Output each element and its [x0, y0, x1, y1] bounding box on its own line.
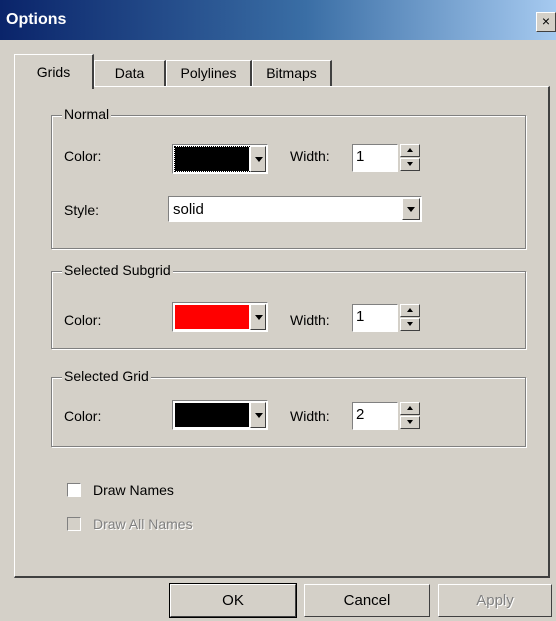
grid-width-spinner[interactable]: 2: [352, 402, 422, 430]
close-icon: ×: [541, 13, 551, 29]
normal-color-swatch: [175, 147, 249, 171]
normal-style-dropdown-button[interactable]: [402, 198, 420, 220]
normal-width-up-button[interactable]: [400, 144, 420, 157]
subgrid-color-dropdown-button[interactable]: [250, 304, 266, 330]
grid-width-down-button[interactable]: [400, 416, 420, 429]
ok-button[interactable]: OK: [169, 583, 297, 618]
arrow-up-icon: [407, 406, 413, 410]
normal-color-picker[interactable]: [172, 144, 268, 174]
chevron-down-icon: [407, 207, 415, 212]
normal-width-down-button[interactable]: [400, 158, 420, 171]
grid-width-input[interactable]: 2: [352, 402, 398, 430]
tab-polylines-label: Polylines: [180, 65, 237, 81]
normal-width-spinner[interactable]: 1: [352, 144, 422, 172]
arrow-down-icon: [407, 322, 413, 326]
selected-subgrid-legend: Selected Subgrid: [62, 262, 173, 278]
subgrid-width-down-button[interactable]: [400, 318, 420, 331]
grids-tab-panel: Normal Color: Width: 1 Style: solid Sele…: [14, 86, 550, 578]
selected-grid-group: Selected Grid Color: Width: 2: [51, 368, 526, 447]
subgrid-width-spinner[interactable]: 1: [352, 304, 422, 332]
subgrid-width-label: Width:: [290, 312, 330, 328]
cancel-button[interactable]: Cancel: [304, 584, 430, 617]
grid-color-swatch: [175, 403, 249, 427]
normal-color-label: Color:: [64, 148, 102, 164]
normal-width-label: Width:: [290, 148, 330, 164]
tab-bitmaps-label: Bitmaps: [266, 65, 317, 81]
selected-subgrid-group: Selected Subgrid Color: Width: 1: [51, 262, 526, 349]
grid-color-label: Color:: [64, 408, 102, 424]
arrow-up-icon: [407, 148, 413, 152]
grid-color-dropdown-button[interactable]: [250, 402, 266, 428]
draw-all-names-label: Draw All Names: [93, 516, 193, 532]
arrow-up-icon: [407, 308, 413, 312]
tab-data-label: Data: [114, 65, 145, 81]
normal-style-select[interactable]: solid: [168, 196, 422, 222]
normal-width-input[interactable]: 1: [352, 144, 398, 172]
title-bar: Options ×: [0, 0, 556, 40]
chevron-down-icon: [255, 413, 263, 418]
normal-group: Normal Color: Width: 1 Style: solid: [51, 106, 526, 249]
chevron-down-icon: [255, 157, 263, 162]
draw-names-checkbox[interactable]: [67, 483, 81, 497]
arrow-down-icon: [407, 162, 413, 166]
subgrid-color-picker[interactable]: [172, 302, 268, 332]
apply-button: Apply: [438, 584, 552, 617]
normal-style-value: solid: [173, 201, 204, 218]
draw-all-names-checkbox: [67, 517, 81, 531]
subgrid-width-up-button[interactable]: [400, 304, 420, 317]
subgrid-width-input[interactable]: 1: [352, 304, 398, 332]
grid-color-picker[interactable]: [172, 400, 268, 430]
normal-color-dropdown-button[interactable]: [250, 146, 266, 172]
selected-grid-legend: Selected Grid: [62, 368, 151, 384]
tab-data[interactable]: Data: [94, 60, 166, 88]
subgrid-color-swatch: [175, 305, 249, 329]
tab-polylines[interactable]: Polylines: [166, 60, 252, 88]
options-dialog: Options × Grids Data Polylines Bitmaps N…: [0, 0, 556, 621]
window-title: Options: [6, 11, 67, 28]
subgrid-color-label: Color:: [64, 312, 102, 328]
normal-style-label: Style:: [64, 202, 100, 218]
tab-grids-label: Grids: [36, 64, 71, 80]
arrow-down-icon: [407, 420, 413, 424]
grid-width-up-button[interactable]: [400, 402, 420, 415]
close-button[interactable]: ×: [536, 12, 556, 32]
normal-group-legend: Normal: [62, 106, 112, 122]
chevron-down-icon: [255, 315, 263, 320]
tab-grids[interactable]: Grids: [14, 54, 94, 89]
grid-width-label: Width:: [290, 408, 330, 424]
draw-names-label[interactable]: Draw Names: [93, 482, 174, 498]
tab-bitmaps[interactable]: Bitmaps: [252, 60, 332, 88]
